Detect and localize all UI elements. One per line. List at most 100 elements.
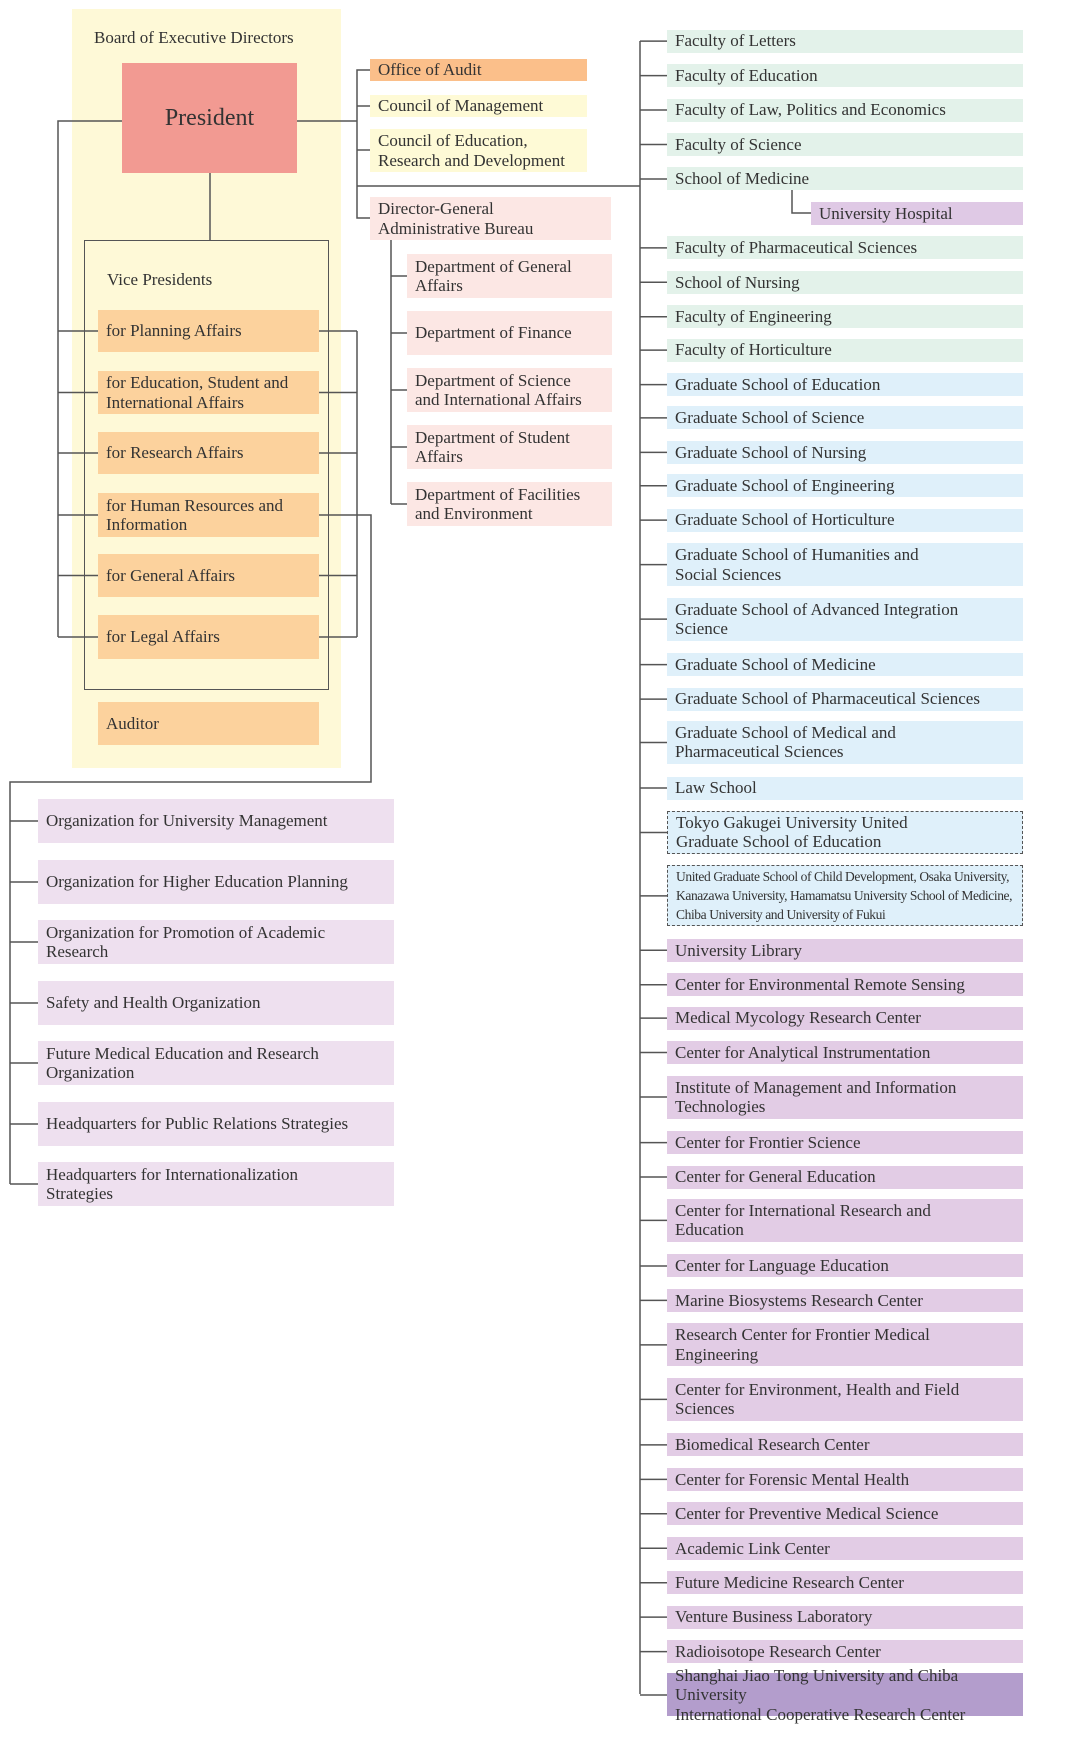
unit-box: Future Medicine Research Center xyxy=(667,1571,1023,1595)
council-of-management-box-label: Council of Management xyxy=(378,96,544,116)
organization-box-label: Headquarters for Internationalization St… xyxy=(46,1164,299,1204)
department-box-label: Department of Facilities and Environment xyxy=(415,484,581,524)
unit-box-label: Faculty of Letters xyxy=(675,31,796,51)
unit-box: United Graduate School of Child Developm… xyxy=(667,865,1023,927)
organization-box: Future Medical Education and Research Or… xyxy=(38,1041,394,1085)
unit-box-label: Institute of Management and Information … xyxy=(675,1077,957,1117)
department-box-label: Department of General Affairs xyxy=(415,256,572,296)
office-of-audit-box: Office of Audit xyxy=(370,59,587,81)
unit-box-label: Marine Biosystems Research Center xyxy=(675,1290,923,1310)
vice-president-box-label: for Research Affairs xyxy=(106,443,244,463)
unit-box: Law School xyxy=(667,776,1023,800)
unit-box-label: Tokyo Gakugei University United Graduate… xyxy=(676,812,908,852)
department-box: Department of Facilities and Environment xyxy=(407,482,612,526)
unit-box: Faculty of Education xyxy=(667,64,1023,88)
unit-box: Faculty of Law, Politics and Economics xyxy=(667,98,1023,122)
unit-box: Center for Frontier Science xyxy=(667,1131,1023,1155)
unit-box-label: Academic Link Center xyxy=(675,1538,830,1558)
unit-box-label: Faculty of Pharmaceutical Sciences xyxy=(675,238,918,258)
unit-box-label: School of Medicine xyxy=(675,169,810,189)
unit-box-label: Faculty of Horticulture xyxy=(675,340,832,360)
department-box: Department of Science and International … xyxy=(407,368,612,412)
vice-president-box: for Education, Student and International… xyxy=(98,371,319,414)
organization-box: Headquarters for Public Relations Strate… xyxy=(38,1102,394,1146)
unit-box-label: Faculty of Education xyxy=(675,65,818,85)
unit-box-label: Research Center for Frontier Medical Eng… xyxy=(675,1325,930,1364)
auditor-box-label: Auditor xyxy=(106,713,159,733)
organization-box-label: Organization for University Management xyxy=(46,811,328,831)
unit-box-label: Center for Environmental Remote Sensing xyxy=(675,975,965,994)
unit-box: Graduate School of Advanced Integration … xyxy=(667,597,1023,641)
vice-president-box-label: for Human Resources and Information xyxy=(106,495,284,535)
unit-box: Center for Environmental Remote Sensing xyxy=(667,973,1023,997)
unit-box: Graduate School of Pharmaceutical Scienc… xyxy=(667,687,1023,711)
department-box: Department of Finance xyxy=(407,311,612,355)
vice-president-box: for Legal Affairs xyxy=(98,615,319,659)
department-box-label: Department of Finance xyxy=(415,323,572,343)
unit-box-label: Biomedical Research Center xyxy=(675,1435,870,1455)
organization-box-label: Safety and Health Organization xyxy=(46,993,261,1013)
organization-box: Headquarters for Internationalization St… xyxy=(38,1162,394,1206)
organization-box: Organization for Promotion of Academic R… xyxy=(38,920,394,964)
connector-line xyxy=(356,69,370,219)
department-box-label: Department of Science and International … xyxy=(415,370,582,410)
council-of-education-box: Council of Education, Research and Devel… xyxy=(370,129,587,172)
organization-box-label: Organization for Promotion of Academic R… xyxy=(46,922,326,962)
unit-box-label: Venture Business Laboratory xyxy=(675,1607,873,1627)
director-general-box: Director-General Administrative Bureau xyxy=(370,197,611,240)
unit-box: Medical Mycology Research Center xyxy=(667,1006,1023,1030)
unit-box-label: Graduate School of Advanced Integration … xyxy=(675,599,959,639)
unit-box-label: Faculty of Law, Politics and Economics xyxy=(675,100,946,120)
unit-box-label: Graduate School of Medicine xyxy=(675,654,876,674)
unit-box-label: Center for Forensic Mental Health xyxy=(675,1469,910,1489)
unit-box: Graduate School of Science xyxy=(667,406,1023,430)
unit-box-label: Graduate School of Humanities and Social… xyxy=(675,545,919,584)
vice-president-box: for Planning Affairs xyxy=(98,310,319,352)
director-general-box-label: Director-General Administrative Bureau xyxy=(378,199,534,238)
unit-box: Shanghai Jiao Tong University and Chiba … xyxy=(667,1666,1023,1724)
unit-box: Graduate School of Medical and Pharmaceu… xyxy=(667,720,1023,764)
unit-box-label: Graduate School of Horticulture xyxy=(675,510,895,530)
unit-box-label: Faculty of Science xyxy=(675,134,802,154)
unit-box-label: Center for Preventive Medical Science xyxy=(675,1504,939,1524)
unit-box-label: Graduate School of Medical and Pharmaceu… xyxy=(675,722,896,762)
unit-box: Radioisotope Research Center xyxy=(667,1640,1023,1664)
office-of-audit-box-label: Office of Audit xyxy=(378,60,482,80)
unit-box-label: Law School xyxy=(675,778,757,798)
unit-box: Graduate School of Horticulture xyxy=(667,508,1023,532)
unit-box-label: Center for International Research and Ed… xyxy=(675,1200,931,1240)
vice-president-box-label: for Education, Student and International… xyxy=(106,373,289,412)
unit-box-label: Center for Environment, Health and Field… xyxy=(675,1379,960,1419)
unit-box: Faculty of Pharmaceutical Sciences xyxy=(667,236,1023,260)
unit-box: School of Nursing xyxy=(667,270,1023,294)
unit-box: Graduate School of Medicine xyxy=(667,653,1023,677)
unit-box-label: Faculty of Engineering xyxy=(675,307,832,327)
unit-box: Graduate School of Humanities and Social… xyxy=(667,543,1023,587)
unit-box: University Library xyxy=(667,938,1023,962)
unit-box: Faculty of Science xyxy=(667,132,1023,156)
unit-box: Venture Business Laboratory xyxy=(667,1605,1023,1629)
vice-president-box-label: for General Affairs xyxy=(106,565,236,585)
unit-box-label: Radioisotope Research Center xyxy=(675,1641,881,1661)
unit-box: Center for Analytical Instrumentation xyxy=(667,1041,1023,1065)
council-of-education-box-label: Council of Education, Research and Devel… xyxy=(378,131,565,170)
department-box-label: Department of Student Affairs xyxy=(415,427,570,467)
unit-box-label: University Library xyxy=(675,940,802,960)
unit-box-label: Graduate School of Engineering xyxy=(675,475,895,495)
department-box: Department of Student Affairs xyxy=(407,425,612,469)
unit-box: University Hospital xyxy=(811,201,1023,225)
unit-box: School of Medicine xyxy=(667,167,1023,191)
organization-box-label: Headquarters for Public Relations Strate… xyxy=(46,1114,349,1134)
unit-box: Faculty of Horticulture xyxy=(667,338,1023,362)
vice-president-box: for Research Affairs xyxy=(98,432,319,474)
unit-box: Faculty of Engineering xyxy=(667,305,1023,329)
unit-box: Institute of Management and Information … xyxy=(667,1075,1023,1119)
organization-box-label: Organization for Higher Education Planni… xyxy=(46,872,348,892)
unit-box: Center for International Research and Ed… xyxy=(667,1198,1023,1242)
unit-box-label: Center for Frontier Science xyxy=(675,1132,861,1152)
unit-box: Center for Environment, Health and Field… xyxy=(667,1377,1023,1421)
unit-box: Center for Forensic Mental Health xyxy=(667,1467,1023,1491)
organization-box: Organization for Higher Education Planni… xyxy=(38,860,394,904)
auditor-box: Auditor xyxy=(98,702,319,745)
unit-box: Graduate School of Education xyxy=(667,373,1023,397)
